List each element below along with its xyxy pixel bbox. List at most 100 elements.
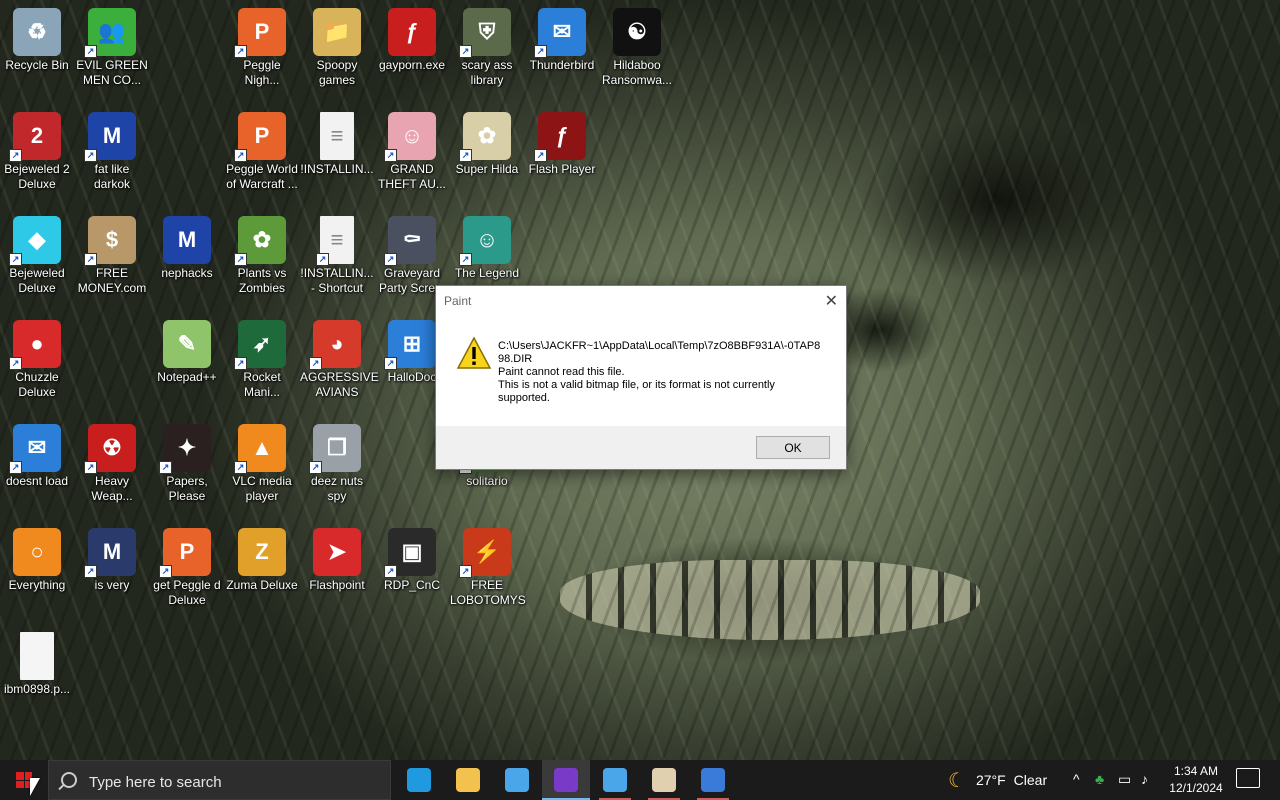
green-men-icon: 👥 ↗ (84, 8, 136, 58)
folder-icon: 📁 (313, 8, 361, 56)
desktop-icon[interactable]: Z Zuma Deluxe (225, 528, 299, 593)
desktop-icon[interactable]: 📁 Spoopy games (300, 8, 374, 88)
desktop-icon[interactable]: ☺ ↗ The Legend (450, 216, 524, 281)
desktop-icon[interactable]: ☯ Hildaboo Ransomwa... (600, 8, 674, 88)
desktop-icon[interactable]: ⚰ ↗ Graveyard Party Scre... (375, 216, 449, 296)
desktop-icon[interactable]: ◆ ↗ Bejeweled Deluxe (0, 216, 74, 296)
desktop-icon[interactable]: ≡ !INSTALLIN... (300, 112, 374, 177)
taskbar-app-edge[interactable] (395, 760, 443, 800)
close-icon[interactable]: ✕ (825, 291, 838, 311)
desktop-icon[interactable]: P ↗ get Peggle d Deluxe (150, 528, 224, 608)
radiation-icon: ☢ ↗ (84, 424, 136, 474)
paint-error-dialog: Paint ✕ C:\Users\JACKFR~1\AppData\Local\… (435, 285, 847, 470)
desktop-icon[interactable]: 2 ↗ Bejeweled 2 Deluxe (0, 112, 74, 192)
desktop-icon[interactable]: ✎ Notepad++ (150, 320, 224, 385)
desktop-icon[interactable]: M ↗ is very (75, 528, 149, 593)
shortcut-arrow-icon: ↗ (234, 45, 247, 58)
taskbar-app-window-app[interactable] (689, 760, 737, 800)
desktop-icon-label: Flash Player (528, 162, 596, 176)
desktop-icon[interactable]: ☢ ↗ Heavy Weap... (75, 424, 149, 504)
zuma-icon: Z (238, 528, 286, 576)
volume-icon[interactable]: ♪ (1141, 771, 1148, 787)
app-box-2-icon (603, 768, 627, 792)
desktop-icon[interactable]: ● ↗ Chuzzle Deluxe (0, 320, 74, 400)
desktop-icon-label: Notepad++ (157, 370, 217, 384)
desktop-icon[interactable]: ✉ ↗ doesnt load (0, 424, 74, 489)
desktop-icon[interactable]: ⛨ ↗ scary ass library (450, 8, 524, 88)
desktop-icon[interactable]: ⚡ ↗ FREE LOBOTOMYS (450, 528, 526, 608)
dialog-titlebar[interactable]: Paint ✕ (436, 286, 846, 314)
ransomware-icon: ☯ (613, 8, 661, 56)
taskbar-app-app-box[interactable] (493, 760, 541, 800)
desktop-icon[interactable]: ibm0898.p... (0, 632, 74, 697)
graveyard-icon: ⚰ ↗ (384, 216, 436, 266)
mpi-shield-icon: M ↗ (84, 528, 136, 578)
start-button[interactable] (0, 760, 48, 800)
shortcut-arrow-icon: ↗ (84, 461, 97, 474)
anime-girl-icon: ☺ ↗ (384, 112, 436, 162)
shortcut-arrow-icon: ↗ (234, 357, 247, 370)
desktop-icon[interactable]: ◕ ↗ AGGRESSIVE AVIANS (300, 320, 379, 400)
desktop-icon-label: Papers, Please (166, 474, 208, 503)
shortcut-arrow-icon: ↗ (84, 565, 97, 578)
desktop-icon[interactable]: ▲ ↗ VLC media player (225, 424, 299, 504)
desktop-icon[interactable]: Mnephacks (150, 216, 224, 281)
clock-date: 12/1/2024 (1169, 781, 1223, 795)
weather-temperature: 27°F (975, 772, 1006, 788)
search-input[interactable] (87, 770, 381, 794)
search-icon (61, 772, 77, 788)
shortcut-arrow-icon: ↗ (234, 253, 247, 266)
desktop-icon-label: RDP_CnC (383, 578, 440, 592)
desktop-icon[interactable]: P ↗ Peggle World of Warcraft ... (225, 112, 299, 192)
network-icon[interactable]: ▭ (1118, 771, 1131, 788)
clover-tray-icon[interactable]: ♣ (1095, 771, 1104, 787)
desktop-icon-label: Peggle Nigh... (243, 58, 281, 87)
taskbar-app-paint[interactable] (640, 760, 688, 800)
tray-chevron-icon[interactable]: ^ (1073, 771, 1080, 787)
mask-app-icon (554, 768, 578, 792)
desktop-icon[interactable]: ☺ ↗ GRAND THEFT AU... (375, 112, 449, 192)
desktop-icon[interactable]: ♻ Recycle Bin (0, 8, 74, 73)
desktop-icon[interactable]: ƒ ↗ Flash Player (525, 112, 599, 177)
shortcut-arrow-icon: ↗ (84, 45, 97, 58)
dialog-title: Paint (444, 294, 472, 308)
desktop-icon[interactable]: $ ↗ FREE MONEY.com (75, 216, 149, 296)
shortcut-arrow-icon: ↗ (316, 253, 329, 266)
notification-center-icon[interactable] (1236, 768, 1260, 788)
desktop-icon[interactable]: ≡ ↗ !INSTALLIN... - Shortcut (300, 216, 374, 296)
recycle-bin-icon: ♻ (13, 8, 61, 56)
dialog-footer: OK (436, 426, 846, 469)
desktop-icon-label: Bejeweled 2 Deluxe (4, 162, 70, 191)
shortcut-arrow-icon: ↗ (459, 45, 472, 58)
taskbar-app-file-explorer[interactable] (444, 760, 492, 800)
desktop-icon[interactable]: ▣ ↗ RDP_CnC (375, 528, 449, 593)
dialog-message: C:\Users\JACKFR~1\AppData\Local\Temp\7zO… (498, 340, 828, 405)
desktop-icon[interactable]: P ↗ Peggle Nigh... (225, 8, 299, 88)
taskbar-app-app-box-2[interactable] (591, 760, 639, 800)
taskbar-app-mask-app[interactable] (542, 760, 590, 800)
desktop-icon[interactable]: ✉ ↗ Thunderbird (525, 8, 599, 73)
desktop-icon[interactable]: ➤ Flashpoint (300, 528, 374, 593)
desktop-icon[interactable]: ❐ ↗ deez nuts spy (300, 424, 374, 504)
desktop-icon[interactable]: ➶ ↗ Rocket Mani... (225, 320, 299, 400)
desktop-icon[interactable]: M ↗ fat like darkok (75, 112, 149, 192)
desktop-icon-label: doesnt load (5, 474, 69, 488)
desktop-icon-label: ibm0898.p... (3, 682, 71, 696)
system-clock[interactable]: 1:34 AM 12/1/2024 (1160, 763, 1232, 797)
desktop-icon-label: is very (94, 578, 130, 592)
desktop-icon[interactable]: ƒ gayporn.exe (375, 8, 449, 73)
ok-button[interactable]: OK (756, 436, 830, 459)
dialog-path-line: 98.DIR (498, 353, 533, 365)
desktop-icon[interactable]: ✦ ↗ Papers, Please (150, 424, 224, 504)
shortcut-arrow-icon: ↗ (459, 565, 472, 578)
desktop-icon[interactable]: ✿ ↗ Plants vs Zombies (225, 216, 299, 296)
weather-widget[interactable]: ☾ 27°F Clear (948, 760, 1047, 800)
shortcut-arrow-icon: ↗ (234, 149, 247, 162)
desktop-icon[interactable]: ○ Everything (0, 528, 74, 593)
taskbar-search-box[interactable] (48, 760, 391, 800)
taskbar: ☾ 27°F Clear ^ ♣ ▭ ♪ 1:34 AM 12/1/2024 (0, 760, 1280, 800)
desktop-icon[interactable]: ✿ ↗ Super Hilda (450, 112, 524, 177)
desktop-icon-label: Super Hilda (455, 162, 519, 176)
desktop-icon[interactable]: 👥 ↗ EVIL GREEN MEN CO... (75, 8, 149, 88)
edge-icon (407, 768, 431, 792)
